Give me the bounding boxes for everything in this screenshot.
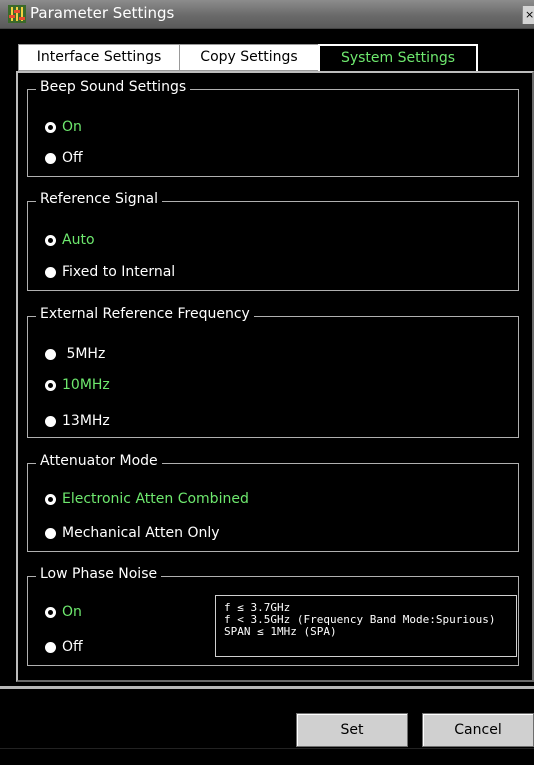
beep-off-label: Off [62, 150, 83, 166]
reference-auto-label: Auto [62, 232, 95, 248]
tab-interface-settings[interactable]: Interface Settings [18, 44, 180, 71]
beep-off-option[interactable]: Off [45, 148, 83, 168]
atten-mechanical-label: Mechanical Atten Only [62, 525, 220, 541]
external-reference-frequency-legend: External Reference Frequency [36, 306, 254, 322]
beep-sound-group: Beep Sound Settings On Off [27, 79, 519, 177]
set-button[interactable]: Set [296, 713, 408, 747]
radio-unselected-icon[interactable] [45, 152, 56, 164]
beep-on-option[interactable]: On [45, 117, 82, 137]
beep-on-label: On [62, 119, 82, 135]
low-phase-off-option[interactable]: Off [45, 637, 83, 657]
low-phase-on-option[interactable]: On [45, 602, 82, 622]
external-reference-frequency-group: External Reference Frequency 5MHz 10MHz … [27, 306, 519, 438]
reference-fixed-option[interactable]: Fixed to Internal [45, 262, 175, 282]
ext-freq-5mhz-option[interactable]: 5MHz [45, 344, 105, 364]
parameter-settings-window: Parameter Settings × Interface Settings … [0, 0, 534, 765]
atten-electronic-label: Electronic Atten Combined [62, 491, 249, 507]
tab-copy-settings[interactable]: Copy Settings [179, 44, 319, 71]
ext-freq-13mhz-option[interactable]: 13MHz [45, 411, 110, 431]
radio-selected-icon[interactable] [45, 121, 56, 133]
low-phase-noise-legend: Low Phase Noise [36, 566, 162, 582]
reference-fixed-label: Fixed to Internal [62, 264, 176, 280]
app-icon [8, 5, 26, 23]
ext-freq-5mhz-label: 5MHz [62, 346, 106, 362]
cancel-button[interactable]: Cancel [422, 713, 534, 747]
atten-mechanical-option[interactable]: Mechanical Atten Only [45, 523, 220, 543]
ext-freq-10mhz-label: 10MHz [62, 377, 110, 393]
attenuator-mode-group: Attenuator Mode Electronic Atten Combine… [27, 453, 519, 552]
reference-signal-legend: Reference Signal [36, 191, 162, 207]
low-phase-off-label: Off [62, 639, 83, 655]
radio-selected-icon[interactable] [45, 493, 56, 505]
ext-freq-13mhz-label: 13MHz [62, 413, 110, 429]
radio-unselected-icon[interactable] [45, 266, 56, 278]
reference-auto-option[interactable]: Auto [45, 230, 95, 250]
radio-unselected-icon[interactable] [45, 641, 56, 653]
footer-bottom-strip [0, 748, 534, 765]
atten-electronic-option[interactable]: Electronic Atten Combined [45, 489, 249, 509]
reference-signal-group: Reference Signal Auto Fixed to Internal [27, 191, 519, 291]
tab-system-settings[interactable]: System Settings [318, 44, 478, 72]
radio-unselected-icon[interactable] [45, 527, 56, 539]
beep-sound-legend: Beep Sound Settings [36, 79, 191, 95]
radio-selected-icon[interactable] [45, 234, 56, 246]
radio-selected-icon[interactable] [45, 606, 56, 618]
radio-unselected-icon[interactable] [45, 348, 56, 360]
info-line-3: SPAN ≤ 1MHz (SPA) [224, 625, 337, 638]
low-phase-on-label: On [62, 604, 82, 620]
low-phase-noise-info-box: f ≤ 3.7GHz f < 3.5GHz (Frequency Band Mo… [215, 595, 517, 657]
ext-freq-10mhz-option[interactable]: 10MHz [45, 375, 110, 395]
window-title: Parameter Settings [30, 4, 175, 22]
radio-unselected-icon[interactable] [45, 415, 56, 427]
low-phase-noise-group: Low Phase Noise On Off f ≤ 3.7GHz f < 3.… [27, 566, 519, 666]
radio-selected-icon[interactable] [45, 379, 56, 391]
attenuator-mode-legend: Attenuator Mode [36, 453, 162, 469]
close-icon[interactable]: × [522, 6, 534, 24]
title-bar[interactable]: Parameter Settings × [0, 0, 534, 29]
